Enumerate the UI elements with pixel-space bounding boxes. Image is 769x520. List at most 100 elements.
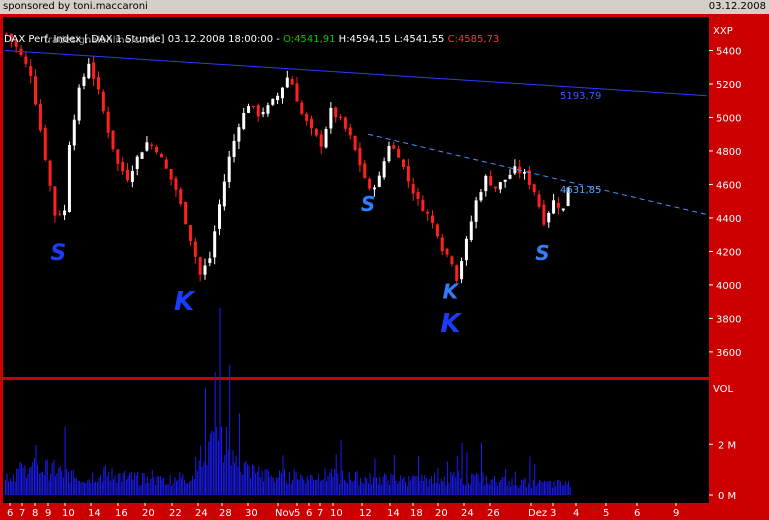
volume-bar bbox=[427, 486, 429, 495]
volume-bar bbox=[63, 477, 65, 495]
volume-bar bbox=[453, 472, 455, 495]
volume-bar bbox=[479, 482, 481, 495]
time-tick-label: 3 bbox=[550, 508, 556, 519]
volume-bar bbox=[232, 450, 234, 495]
volume-bar bbox=[435, 482, 437, 495]
ohlc-readout: DAX Perf. Index [.DAX 1 Stunde] 03.12.20… bbox=[4, 34, 500, 45]
volume-bar bbox=[69, 483, 71, 495]
time-tick-label: 6 bbox=[306, 508, 312, 519]
volume-bar bbox=[369, 473, 371, 495]
volume-bar bbox=[516, 485, 518, 495]
volume-bar bbox=[12, 474, 14, 495]
candle-body bbox=[208, 258, 212, 264]
volume-bar bbox=[276, 477, 278, 495]
volume-bar bbox=[547, 481, 549, 495]
time-tick-label: 9 bbox=[673, 508, 679, 519]
volume-bar bbox=[553, 481, 555, 495]
candle-body bbox=[261, 112, 265, 115]
volume-bar bbox=[550, 481, 552, 495]
volume-bar bbox=[537, 483, 539, 495]
candle-body bbox=[116, 149, 120, 164]
volume-bar bbox=[58, 467, 60, 495]
volume-bar bbox=[269, 477, 271, 495]
volume-bar bbox=[256, 471, 258, 495]
time-tick-label: 8 bbox=[32, 508, 38, 519]
candle-body bbox=[450, 256, 454, 265]
volume-bar bbox=[290, 484, 292, 495]
volume-bar bbox=[263, 481, 265, 495]
candle-body bbox=[53, 186, 57, 216]
volume-bar bbox=[495, 482, 497, 495]
volume-bar bbox=[146, 476, 148, 495]
volume-bar bbox=[393, 455, 395, 495]
candle-body bbox=[508, 174, 512, 179]
volume-bar bbox=[429, 479, 431, 495]
time-tick-label: 4 bbox=[573, 508, 579, 519]
volume-bar bbox=[53, 459, 55, 495]
candle-body bbox=[72, 119, 76, 146]
volume-bar bbox=[401, 478, 403, 495]
candle-body bbox=[411, 184, 415, 194]
volume-bar bbox=[230, 465, 232, 495]
candle-body bbox=[387, 145, 391, 162]
candle bbox=[368, 176, 372, 191]
volume-bar bbox=[130, 472, 132, 495]
volume-bar bbox=[510, 486, 512, 495]
volume-bar bbox=[124, 470, 126, 495]
volume-bar bbox=[251, 464, 253, 495]
volume-bar bbox=[254, 473, 256, 495]
volume-bar bbox=[300, 474, 302, 495]
volume-bar bbox=[326, 481, 328, 495]
candle-body bbox=[421, 199, 425, 212]
chart-svg[interactable]: 5193,794631,85 SKSKKS 360038004000420044… bbox=[0, 14, 769, 520]
volume-bar bbox=[119, 473, 121, 495]
candle-body bbox=[343, 117, 347, 129]
candle-body bbox=[440, 237, 444, 252]
volume-bar bbox=[271, 475, 273, 495]
volume-bar bbox=[37, 464, 39, 495]
volume-bar bbox=[79, 480, 81, 495]
volume-bar bbox=[301, 476, 303, 495]
volume-bar bbox=[414, 476, 416, 495]
volume-bar bbox=[409, 480, 411, 495]
volume-bar bbox=[496, 485, 498, 495]
volume-bar bbox=[67, 472, 69, 495]
volume-bar bbox=[187, 483, 189, 495]
candle-body bbox=[77, 87, 81, 121]
volume-bar bbox=[418, 456, 420, 495]
volume-bar bbox=[264, 469, 266, 495]
time-tick-label: 20 bbox=[142, 508, 155, 519]
candle-body bbox=[155, 146, 159, 153]
candle-body bbox=[353, 135, 357, 151]
candle-body bbox=[130, 170, 134, 182]
volume-bar bbox=[305, 483, 307, 495]
volume-bar bbox=[555, 486, 557, 495]
volume-bar bbox=[501, 477, 503, 495]
candle-body bbox=[445, 248, 449, 255]
price-panel bbox=[3, 17, 709, 377]
volume-bar bbox=[145, 483, 147, 495]
time-tick-label: 10 bbox=[330, 508, 343, 519]
time-tick-label: Dez bbox=[528, 508, 547, 519]
volume-bar bbox=[25, 477, 27, 495]
volume-bar bbox=[308, 480, 310, 495]
volume-bar bbox=[132, 479, 134, 495]
price-axis-label: XXP bbox=[713, 26, 733, 37]
volume-bar bbox=[87, 480, 89, 495]
volume-bar bbox=[150, 478, 152, 495]
price-tick-label: 4400 bbox=[716, 214, 741, 225]
volume-bar bbox=[288, 472, 290, 495]
volume-bar bbox=[526, 486, 528, 495]
volume-bar bbox=[117, 473, 119, 495]
volume-bar bbox=[238, 413, 240, 495]
volume-bar bbox=[303, 479, 305, 495]
candle bbox=[43, 124, 47, 162]
volume-bar bbox=[235, 455, 237, 495]
volume-bar bbox=[259, 476, 261, 495]
volume-bar bbox=[545, 481, 547, 495]
candle-body bbox=[87, 63, 91, 79]
volume-bar bbox=[109, 480, 111, 495]
volume-bar bbox=[95, 481, 97, 495]
volume-bar bbox=[321, 480, 323, 495]
candle-body bbox=[547, 212, 551, 223]
